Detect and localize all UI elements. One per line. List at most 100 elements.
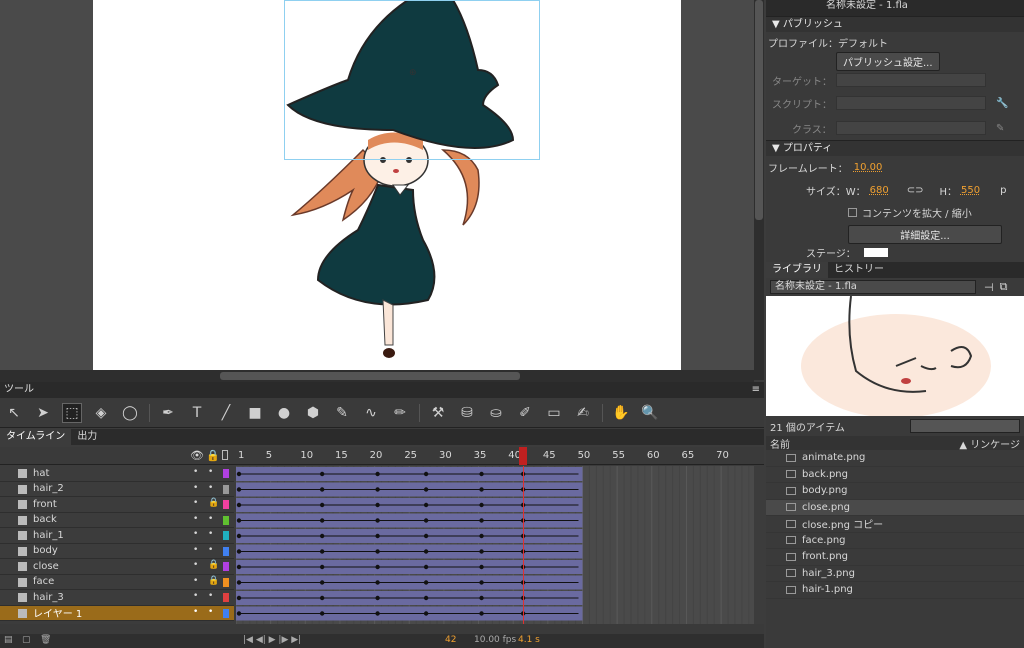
layer-name[interactable]: hat xyxy=(33,468,49,479)
layer-row[interactable]: hair_2 • • xyxy=(0,482,234,497)
layer-color[interactable] xyxy=(223,608,229,618)
layer-row[interactable]: hair_1 • • xyxy=(0,528,234,544)
lock-dot[interactable]: • xyxy=(208,514,213,524)
brush-tool[interactable]: ∿ xyxy=(361,403,381,423)
bone-tool[interactable]: ⚒ xyxy=(428,403,448,423)
layer-row[interactable]: close • 🔒 xyxy=(0,559,234,575)
free-transform-tool[interactable]: ⬚ xyxy=(62,402,82,423)
timeline-hscroll[interactable] xyxy=(0,624,764,634)
lock-dot[interactable]: • xyxy=(208,591,213,601)
tab-library[interactable]: ライブラリ xyxy=(766,262,828,278)
layer-name[interactable]: レイヤー 1 xyxy=(33,605,82,620)
visibility-dot[interactable]: • xyxy=(193,545,198,555)
panel-menu-icon[interactable]: ≡ xyxy=(752,382,760,398)
stage-vertical-scroll-thumb[interactable] xyxy=(755,0,763,220)
current-frame[interactable]: 42 xyxy=(445,635,456,645)
lock-icon[interactable]: 🔒 xyxy=(208,560,219,570)
library-search-input[interactable] xyxy=(910,419,1020,433)
frame-grid[interactable] xyxy=(235,466,754,624)
layer-color[interactable] xyxy=(223,593,229,602)
layer-color[interactable] xyxy=(223,469,229,478)
stage-color-swatch[interactable] xyxy=(863,247,888,257)
line-tool[interactable]: ╱ xyxy=(216,403,236,423)
layer-row[interactable]: レイヤー 1 • • xyxy=(0,605,234,621)
tab-history[interactable]: ヒストリー xyxy=(828,262,890,278)
outline-icon[interactable] xyxy=(222,450,228,460)
visibility-dot[interactable]: • xyxy=(193,607,198,617)
layer-name[interactable]: hair_3 xyxy=(33,592,64,603)
playhead[interactable] xyxy=(519,447,527,465)
fps-value[interactable]: 10.00 xyxy=(854,162,883,173)
width-value[interactable]: 680 xyxy=(870,185,889,196)
pen-tool[interactable]: ✒ xyxy=(158,403,178,423)
layer-color[interactable] xyxy=(223,484,229,494)
layer-row[interactable]: face • 🔒 xyxy=(0,575,234,590)
lock-icon[interactable]: 🔒 xyxy=(206,449,220,462)
playback-controls[interactable]: |◀ ◀| ▶ |▶ ▶| xyxy=(243,635,301,645)
link-icon[interactable]: ⊂⊃ xyxy=(907,185,924,196)
tab-output[interactable]: 出力 xyxy=(71,429,103,445)
scale-checkbox[interactable] xyxy=(848,207,857,217)
properties-header[interactable]: ▼ プロパティ xyxy=(766,140,1024,156)
lasso-tool[interactable]: ◯ xyxy=(120,403,140,423)
library-item[interactable]: body.png xyxy=(766,483,1024,500)
layer-name[interactable]: back xyxy=(33,514,57,525)
tab-timeline[interactable]: タイムライン xyxy=(0,429,72,445)
new-library-icon[interactable]: ⧉ xyxy=(1000,280,1008,294)
library-item[interactable]: back.png xyxy=(766,467,1024,483)
lock-dot[interactable]: • xyxy=(208,529,213,539)
layer-name[interactable]: face xyxy=(33,576,54,587)
layer-color[interactable] xyxy=(223,546,229,556)
layer-row[interactable]: hair_3 • • xyxy=(0,590,234,606)
tools-panel-tab[interactable]: ツール ≡ xyxy=(0,382,764,398)
paintbrush-tool[interactable]: ✏ xyxy=(390,403,410,423)
layer-row[interactable]: front • 🔒 xyxy=(0,497,234,513)
lock-dot[interactable]: • xyxy=(208,483,213,493)
layer-row[interactable]: hat • • xyxy=(0,466,234,482)
layer-name[interactable]: hair_1 xyxy=(33,530,64,541)
visibility-dot[interactable]: • xyxy=(193,467,198,477)
publish-settings-button[interactable]: パブリッシュ設定... xyxy=(836,51,940,71)
library-doc-select[interactable]: 名称未設定 - 1.fla xyxy=(770,280,976,294)
selection-tool[interactable]: ↖ xyxy=(4,403,24,423)
visibility-dot[interactable]: • xyxy=(193,483,198,493)
pencil-tool[interactable]: ✎ xyxy=(332,403,352,423)
new-folder-icon[interactable]: ▢ xyxy=(22,635,31,645)
publish-header[interactable]: ▼ パブリッシュ xyxy=(766,16,1024,32)
lock-dot[interactable]: • xyxy=(208,545,213,555)
layer-name[interactable]: hair_2 xyxy=(33,483,64,494)
visibility-dot[interactable]: • xyxy=(193,591,198,601)
lock-icon[interactable]: 🔒 xyxy=(208,498,219,508)
pin-icon[interactable]: ⊣ xyxy=(984,281,994,294)
eye-icon[interactable]: 👁 xyxy=(190,449,204,462)
hand-tool[interactable]: ✋ xyxy=(611,403,631,423)
layer-name[interactable]: close xyxy=(33,561,59,572)
layer-color[interactable] xyxy=(223,562,229,571)
lock-dot[interactable]: • xyxy=(208,607,213,617)
layer-color[interactable] xyxy=(223,577,229,587)
library-item[interactable]: close.png コピー xyxy=(766,516,1024,533)
layer-row[interactable]: back • • xyxy=(0,513,234,528)
visibility-dot[interactable]: • xyxy=(193,514,198,524)
visibility-dot[interactable]: • xyxy=(193,560,198,570)
time-readout[interactable]: 4.1 s xyxy=(518,635,540,645)
layer-name[interactable]: front xyxy=(33,499,57,510)
layer-color[interactable] xyxy=(223,515,229,525)
col-linkage[interactable]: ▲ リンケージ xyxy=(959,436,1020,451)
visibility-dot[interactable]: • xyxy=(193,576,198,586)
stage-horizontal-scroll-thumb[interactable] xyxy=(220,372,520,380)
delete-layer-icon[interactable]: 🗑 xyxy=(40,635,51,645)
layer-name[interactable]: body xyxy=(33,545,58,556)
col-name[interactable]: 名前 xyxy=(770,436,790,451)
stage-area[interactable]: ⊕ xyxy=(0,0,754,370)
lock-icon[interactable]: 🔒 xyxy=(208,576,219,586)
eyedropper-tool[interactable]: ✐ xyxy=(515,403,535,423)
layer-color[interactable] xyxy=(223,500,229,509)
paint-bucket-tool[interactable]: ⛁ xyxy=(457,403,477,423)
library-item[interactable]: front.png xyxy=(766,549,1024,566)
3d-rotation-tool[interactable]: ◈ xyxy=(91,403,111,423)
layer-color[interactable] xyxy=(223,531,229,540)
visibility-dot[interactable]: • xyxy=(193,529,198,539)
advanced-settings-button[interactable]: 詳細設定... xyxy=(848,224,1002,244)
library-item[interactable]: close.png xyxy=(766,499,1024,516)
